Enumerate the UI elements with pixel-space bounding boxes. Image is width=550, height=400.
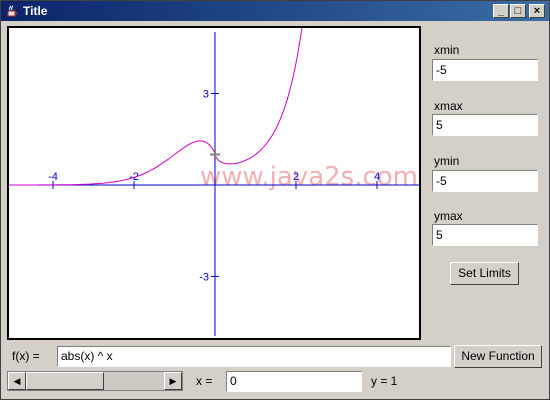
x-tick-label: -4 [48, 171, 58, 183]
function-label: f(x) = [12, 349, 40, 363]
y-tick-label: 3 [203, 89, 209, 101]
ymax-input[interactable] [432, 224, 538, 246]
window-title: Title [23, 4, 48, 18]
scroll-thumb[interactable] [26, 372, 104, 390]
function-input[interactable]: abs(x) ^ x [57, 346, 451, 367]
xmax-input[interactable] [432, 114, 538, 136]
set-limits-button[interactable]: Set Limits [450, 262, 519, 285]
function-plot: www.java2s.com-4 -2 2 43-3 [9, 28, 419, 336]
new-function-button[interactable]: New Function [454, 345, 542, 368]
xmin-input[interactable] [432, 59, 538, 81]
title-bar[interactable]: Title _ □ × [1, 1, 549, 21]
x-value-input[interactable]: 0 [226, 371, 362, 392]
ymin-label: ymin [434, 154, 460, 168]
app-window: Title _ □ × www.java2s.com -4 -2 2 4 3 -3 xmin… [0, 0, 550, 400]
x-tick-label: 2 [293, 171, 299, 183]
x-scrollbar[interactable]: ◀ ▶ [7, 371, 183, 391]
close-button[interactable]: × [529, 4, 545, 18]
ymax-label: ymax [434, 209, 463, 223]
xmax-label: xmax [434, 99, 463, 113]
ymin-input[interactable] [432, 170, 538, 192]
x-tick-label: 4 [374, 171, 380, 183]
scroll-left-icon[interactable]: ◀ [8, 372, 26, 390]
scroll-track[interactable] [104, 372, 166, 390]
y-tick-label: -3 [199, 272, 209, 284]
minimize-button[interactable]: _ [493, 4, 509, 18]
y-readout: y = 1 [371, 374, 398, 388]
maximize-button[interactable]: □ [510, 4, 526, 18]
java-cup-icon [7, 5, 17, 17]
x-label: x = [196, 374, 213, 388]
plot-canvas[interactable]: www.java2s.com -4 -2 2 4 3 -3 [7, 26, 421, 340]
xmin-label: xmin [434, 43, 460, 57]
scroll-right-icon[interactable]: ▶ [164, 372, 182, 390]
watermark-text: www.java2s.com [200, 162, 418, 192]
